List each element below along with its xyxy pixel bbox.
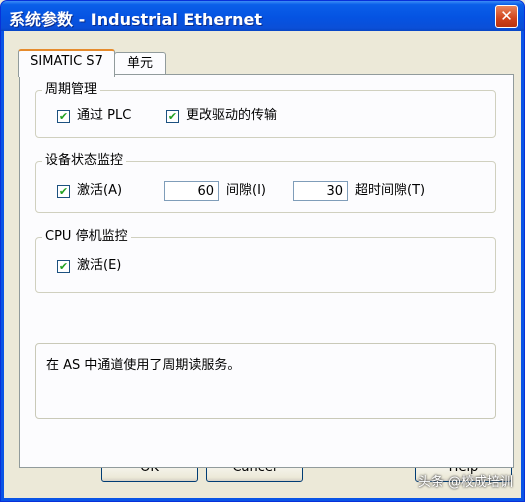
interval-input[interactable]: 60 [164,181,219,201]
tab-simatic-s7-label: SIMATIC S7 [30,54,103,69]
via-plc-label: 通过 PLC [77,108,132,123]
window-title: 系统参数 - Industrial Ethernet [9,10,262,29]
device-activate-label: 激活(A) [77,183,123,198]
check-icon: ✔ [58,260,69,273]
timeout-label: 超时间隙(T) [355,183,426,198]
dialog-client: SIMATIC S7 单元 周期管理 ✔ 通过 PLC ✔ 更改驱动的传输 设备… [4,31,521,498]
interval-label: 间隙(I) [226,183,266,198]
check-icon: ✔ [58,185,69,198]
close-icon: ✕ [500,7,513,25]
title-bar[interactable]: 系统参数 - Industrial Ethernet ✕ [1,1,524,31]
tab-panel: 周期管理 ✔ 通过 PLC ✔ 更改驱动的传输 设备状态监控 ✔ 激活(A) 6… [19,74,514,468]
tab-unit[interactable]: 单元 [114,52,166,75]
cpu-monitor-group: CPU 停机监控 ✔ 激活(E) [35,229,496,293]
cpu-activate-checkbox[interactable]: ✔ [57,260,70,273]
change-driver-checkbox[interactable]: ✔ [166,110,179,123]
via-plc-checkbox[interactable]: ✔ [57,110,70,123]
close-button[interactable]: ✕ [495,5,518,28]
tab-simatic-s7[interactable]: SIMATIC S7 [18,49,115,77]
check-icon: ✔ [58,110,69,123]
device-monitor-group: 设备状态监控 ✔ 激活(A) 60 间隙(I) 30 超时间隙(T) [35,153,496,213]
cycle-group: 周期管理 ✔ 通过 PLC ✔ 更改驱动的传输 [35,82,496,138]
dialog-window: 系统参数 - Industrial Ethernet ✕ SIMATIC S7 … [0,0,525,502]
info-box: 在 AS 中通道使用了周期读服务。 [35,343,496,419]
cycle-group-title: 周期管理 [42,82,101,98]
device-monitor-title: 设备状态监控 [42,153,127,169]
watermark-text: 头条 @校成培训 [417,475,513,490]
check-icon: ✔ [167,110,178,123]
cpu-monitor-title: CPU 停机监控 [42,229,131,245]
tab-unit-label: 单元 [126,56,153,71]
timeout-input[interactable]: 30 [293,181,348,201]
change-driver-label: 更改驱动的传输 [186,108,278,123]
info-text: 在 AS 中通道使用了周期读服务。 [46,358,241,373]
cpu-activate-label: 激活(E) [77,258,122,273]
device-activate-checkbox[interactable]: ✔ [57,185,70,198]
